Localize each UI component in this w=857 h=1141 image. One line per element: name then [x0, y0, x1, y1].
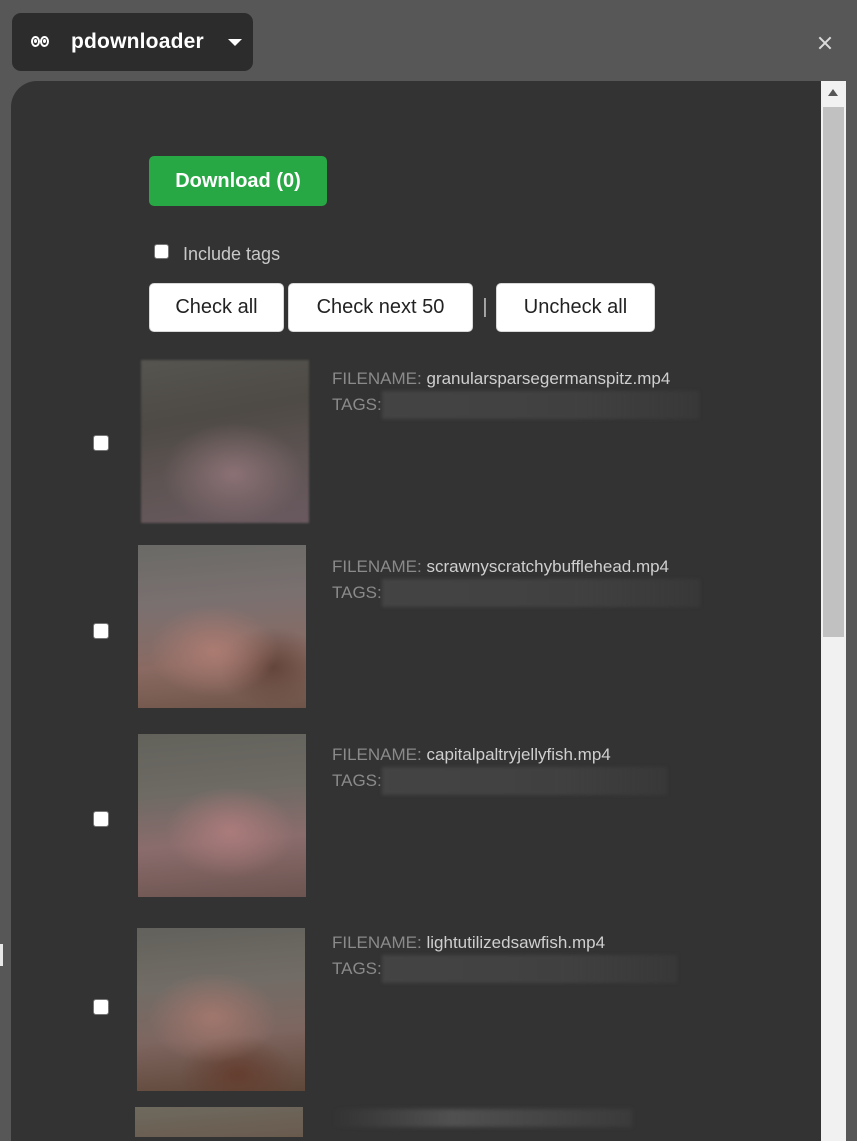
tags-redacted — [381, 579, 700, 607]
check-all-button[interactable]: Check all — [149, 283, 284, 332]
extension-menu-button[interactable]: pdownloader — [12, 13, 253, 71]
filename-label: FILENAME: — [332, 745, 422, 764]
tags-redacted — [381, 767, 667, 795]
tags-label: TAGS: — [332, 771, 382, 790]
tags-label: TAGS: — [332, 583, 382, 602]
tags-label: TAGS: — [332, 959, 382, 978]
include-tags-checkbox[interactable] — [154, 244, 169, 259]
video-thumbnail[interactable] — [138, 734, 306, 897]
item-meta-partial — [332, 1109, 632, 1127]
downloader-panel: Download (0) Include tags Check all Chec… — [11, 81, 846, 1141]
include-tags-option[interactable]: Include tags — [154, 244, 280, 265]
side-edge-marker — [0, 944, 3, 966]
item-checkbox[interactable] — [93, 999, 109, 1015]
tags-label: TAGS: — [332, 395, 382, 414]
caret-down-icon — [227, 38, 242, 46]
video-thumbnail[interactable] — [138, 545, 306, 708]
filename-label: FILENAME: — [332, 557, 422, 576]
check-next-50-button[interactable]: Check next 50 — [288, 283, 473, 332]
uncheck-all-button[interactable]: Uncheck all — [496, 283, 655, 332]
item-checkbox[interactable] — [93, 435, 109, 451]
item-meta: FILENAME: lightutilizedsawfish.mp4 TAGS: — [332, 931, 677, 983]
item-meta: FILENAME: scrawnyscratchybufflehead.mp4 … — [332, 555, 700, 607]
tags-redacted — [381, 955, 677, 983]
item-checkbox[interactable] — [93, 623, 109, 639]
panel-content: Download (0) Include tags Check all Chec… — [11, 81, 821, 1141]
filename-value: granularsparsegermanspitz.mp4 — [426, 369, 671, 388]
scrollbar-thumb[interactable] — [823, 107, 844, 637]
close-icon[interactable] — [813, 31, 837, 55]
filename-label: FILENAME: — [332, 933, 422, 952]
scroll-up-icon[interactable] — [828, 89, 838, 96]
item-meta: FILENAME: granularsparsegermanspitz.mp4 … — [332, 367, 699, 419]
item-meta: FILENAME: capitalpaltryjellyfish.mp4 TAG… — [332, 743, 667, 795]
tags-redacted — [381, 391, 699, 419]
list-item: FILENAME: scrawnyscratchybufflehead.mp4 … — [11, 545, 811, 710]
list-item: FILENAME: lightutilizedsawfish.mp4 TAGS: — [11, 928, 811, 1093]
scrollbar[interactable] — [821, 81, 846, 1141]
selection-buttons: Check all Check next 50 | Uncheck all — [149, 283, 655, 332]
list-item: FILENAME: granularsparsegermanspitz.mp4 … — [11, 360, 811, 525]
filename-value: lightutilizedsawfish.mp4 — [426, 933, 606, 952]
extension-title: pdownloader — [71, 30, 204, 53]
video-thumbnail[interactable] — [137, 928, 305, 1091]
video-thumbnail[interactable] — [141, 360, 309, 523]
list-item: FILENAME: capitalpaltryjellyfish.mp4 TAG… — [11, 734, 811, 899]
filename-value: capitalpaltryjellyfish.mp4 — [426, 745, 611, 764]
filename-label: FILENAME: — [332, 369, 422, 388]
download-button[interactable]: Download (0) — [149, 156, 327, 206]
include-tags-label: Include tags — [183, 244, 281, 264]
button-separator: | — [482, 296, 488, 318]
video-thumbnail[interactable] — [135, 1107, 303, 1137]
item-checkbox[interactable] — [93, 811, 109, 827]
filename-value: scrawnyscratchybufflehead.mp4 — [426, 557, 670, 576]
eyes-logo-icon — [30, 34, 54, 50]
